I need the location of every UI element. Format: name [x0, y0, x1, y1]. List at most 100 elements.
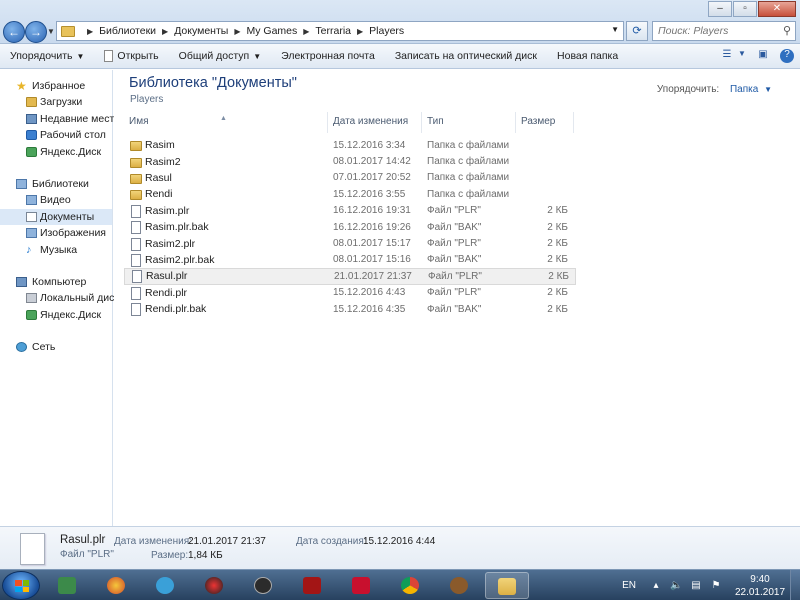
flag-icon[interactable]: ⚑ — [710, 580, 722, 592]
folder-icon — [130, 173, 142, 184]
game-icon — [303, 577, 321, 594]
volume-icon[interactable]: 🔈 — [670, 580, 682, 592]
chevron-right-icon[interactable]: ▶ — [87, 27, 93, 36]
chevron-down-icon[interactable]: ▼ — [764, 85, 772, 94]
share-button[interactable]: Общий доступ ▼ — [169, 50, 271, 62]
forward-button[interactable]: → — [25, 21, 47, 43]
new-folder-button[interactable]: Новая папка — [547, 50, 628, 62]
clock-time: 9:40 — [750, 573, 770, 585]
table-row-selected[interactable]: Rasul.plr 21.01.2017 21:37 Файл "PLR" 2 … — [124, 268, 576, 285]
taskbar-app-4[interactable] — [195, 572, 233, 599]
nav-yandex-disk[interactable]: Яндекс.Диск — [0, 144, 112, 160]
table-row[interactable]: Rasim2.plr 08.01.2017 15:17 Файл "PLR" 2… — [124, 235, 576, 251]
burn-button[interactable]: Записать на оптический диск — [385, 50, 547, 62]
breadcrumb-libraries[interactable]: Библиотеки — [99, 25, 156, 37]
search-input[interactable] — [653, 22, 773, 40]
taskbar-app-chrome[interactable] — [391, 572, 429, 599]
taskbar-app-terraria[interactable] — [440, 572, 478, 599]
chevron-right-icon[interactable]: ▶ — [234, 27, 240, 36]
nav-video[interactable]: Видео — [0, 192, 112, 208]
taskbar-app-1[interactable] — [48, 572, 86, 599]
nav-favorites[interactable]: ★ Избранное — [0, 78, 112, 94]
nav-network[interactable]: Сеть — [0, 339, 112, 355]
address-bar[interactable]: ▶ Библиотеки ▶ Документы ▶ My Games ▶ Te… — [56, 21, 624, 41]
nav-downloads[interactable]: Загрузки — [0, 94, 112, 110]
table-row[interactable]: Rendi.plr 15.12.2016 4:43 Файл "PLR" 2 К… — [124, 285, 576, 301]
column-header-name[interactable]: Имя ▲ — [124, 112, 328, 133]
breadcrumb-terraria[interactable]: Terraria — [315, 25, 351, 37]
network-icon[interactable]: ▤ — [690, 580, 702, 592]
nav-computer[interactable]: Компьютер — [0, 274, 112, 290]
refresh-button[interactable]: ⟳ — [626, 21, 648, 41]
taskbar-app-explorer[interactable] — [485, 572, 529, 599]
table-row[interactable]: Rasul 07.01.2017 20:52 Папка с файлами — [124, 170, 576, 186]
nav-music[interactable]: ♪ Музыка — [0, 242, 112, 258]
file-name: Rasim.plr.bak — [145, 221, 209, 234]
taskbar-app-5[interactable] — [244, 572, 282, 599]
nav-label: Видео — [40, 194, 71, 207]
table-row[interactable]: Rasim2.plr.bak 08.01.2017 15:16 Файл "BA… — [124, 252, 576, 268]
file-name: Rasim2.plr — [145, 237, 196, 250]
recent-pages-dropdown[interactable]: ▼ — [47, 27, 55, 36]
breadcrumb-documents[interactable]: Документы — [174, 25, 228, 37]
clock[interactable]: 9:40 22.01.2017 — [730, 573, 790, 599]
nav-recent-places[interactable]: Недавние места — [0, 111, 120, 127]
help-icon[interactable]: ? — [780, 49, 794, 63]
language-indicator[interactable]: EN — [622, 580, 636, 591]
column-header-type[interactable]: Тип — [422, 112, 516, 133]
images-icon — [26, 228, 37, 239]
taskbar-app-6[interactable] — [293, 572, 331, 599]
email-button[interactable]: Электронная почта — [271, 50, 385, 62]
preview-pane-icon[interactable]: ▣ — [754, 49, 772, 63]
start-button[interactable] — [2, 571, 40, 600]
game-icon — [352, 577, 370, 594]
chevron-right-icon[interactable]: ▶ — [357, 27, 363, 36]
details-size-value: 1,84 КБ — [188, 550, 223, 561]
open-button[interactable]: Открыть — [94, 50, 168, 62]
search-icon[interactable]: ⚲ — [783, 24, 791, 37]
file-name: Rasim2.plr.bak — [145, 253, 215, 266]
nav-label: Локальный диск — [40, 292, 119, 305]
nav-documents[interactable]: Документы — [0, 208, 112, 226]
nav-images[interactable]: Изображения — [0, 225, 112, 241]
chevron-right-icon[interactable]: ▶ — [303, 27, 309, 36]
column-header-date[interactable]: Дата изменения — [328, 112, 422, 133]
nav-local-disk[interactable]: Локальный диск — [0, 290, 119, 306]
terraria-icon — [450, 577, 468, 594]
libraries-icon — [16, 178, 27, 189]
breadcrumb-players[interactable]: Players — [369, 25, 404, 37]
arrange-dropdown[interactable]: Папка — [730, 84, 758, 95]
chevron-down-icon[interactable]: ▼ — [611, 25, 619, 34]
table-row[interactable]: Rasim.plr.bak 16.12.2016 19:26 Файл "BAK… — [124, 219, 576, 235]
show-desktop-button[interactable] — [790, 570, 800, 600]
search-box[interactable]: ⚲ — [652, 21, 796, 41]
organize-button[interactable]: Упорядочить ▼ — [0, 50, 94, 62]
nav-desktop[interactable]: Рабочий стол — [0, 127, 112, 143]
table-row[interactable]: Rasim2 08.01.2017 14:42 Папка с файлами — [124, 153, 576, 169]
table-row[interactable]: Rendi.plr.bak 15.12.2016 4:35 Файл "BAK"… — [124, 301, 576, 317]
chevron-down-icon[interactable]: ▼ — [738, 49, 746, 63]
column-header-size[interactable]: Размер — [516, 112, 574, 133]
nav-libraries[interactable]: Библиотеки — [0, 176, 112, 192]
table-row[interactable]: Rendi 15.12.2016 3:55 Папка с файлами — [124, 186, 576, 202]
taskbar-app-downloader[interactable] — [146, 572, 184, 599]
back-button[interactable]: ← — [3, 21, 25, 43]
table-row[interactable]: Rasim.plr 16.12.2016 19:31 Файл "PLR" 2 … — [124, 203, 576, 219]
chevron-right-icon[interactable]: ▶ — [162, 27, 168, 36]
nav-yandex-disk-2[interactable]: Яндекс.Диск — [0, 307, 112, 323]
file-size: 2 КБ — [547, 205, 568, 217]
maximize-button[interactable]: ▫ — [733, 1, 757, 17]
taskbar-app-7[interactable] — [342, 572, 380, 599]
chevron-up-icon[interactable]: ▴ — [650, 580, 662, 592]
share-label: Общий доступ — [178, 50, 250, 62]
breadcrumb-my-games[interactable]: My Games — [247, 25, 298, 37]
file-icon — [131, 237, 141, 251]
file-icon — [104, 50, 114, 62]
table-row[interactable]: Rasim 15.12.2016 3:34 Папка с файлами — [124, 137, 576, 153]
close-button[interactable]: ✕ — [758, 1, 796, 17]
email-label: Электронная почта — [281, 50, 375, 62]
taskbar-app-browser-yandex[interactable] — [97, 572, 135, 599]
view-options-icon[interactable]: ☰ — [718, 49, 736, 63]
nav-label: Сеть — [32, 341, 56, 354]
minimize-button[interactable]: – — [708, 1, 732, 17]
